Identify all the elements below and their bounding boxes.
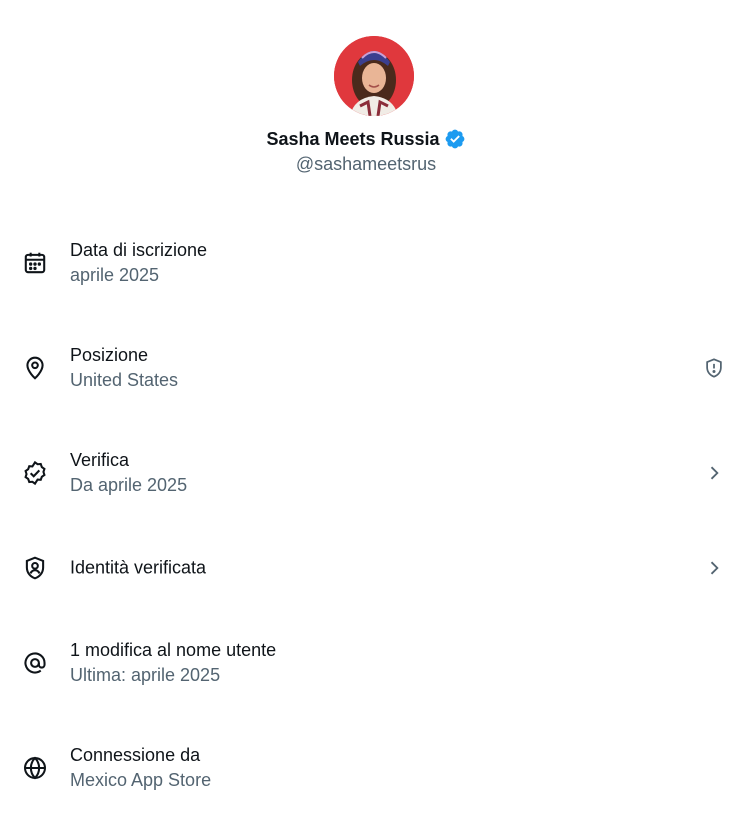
username-changes-label: 1 modifica al nome utente bbox=[70, 639, 277, 660]
profile-header: Sasha Meets Russia @sashameetsrus bbox=[0, 0, 732, 190]
verified-identity-row[interactable]: Identità verificata bbox=[0, 525, 732, 610]
username-changes-text: 1 modifica al nome utente Ultima: aprile… bbox=[70, 638, 276, 688]
about-account-page: Sasha Meets Russia @sashameetsrus Data d… bbox=[0, 0, 732, 816]
username-changes-row: 1 modifica al nome utente Ultima: aprile… bbox=[0, 610, 732, 715]
location-text: Posizione United States bbox=[70, 343, 178, 393]
location-row: Posizione United States bbox=[0, 315, 732, 420]
verified-identity-label: Identità verificata bbox=[70, 557, 207, 577]
shield-alert-icon[interactable] bbox=[702, 356, 726, 380]
join-date-label: Data di iscrizione bbox=[70, 239, 208, 260]
globe-icon bbox=[20, 753, 50, 783]
location-label: Posizione bbox=[70, 344, 149, 365]
verification-label: Verifica bbox=[70, 449, 130, 470]
join-date-text: Data di iscrizione aprile 2025 bbox=[70, 238, 207, 288]
connected-via-value: Mexico App Store bbox=[70, 769, 212, 790]
name-row: Sasha Meets Russia bbox=[0, 126, 732, 152]
join-date-value: aprile 2025 bbox=[70, 264, 160, 285]
verification-text: Verifica Da aprile 2025 bbox=[70, 448, 187, 498]
location-pin-icon bbox=[20, 353, 50, 383]
at-sign-icon bbox=[20, 648, 50, 678]
connected-via-row: Connessione da Mexico App Store bbox=[0, 715, 732, 816]
connected-via-text: Connessione da Mexico App Store bbox=[70, 743, 211, 793]
connected-via-label: Connessione da bbox=[70, 744, 201, 765]
avatar-image bbox=[334, 36, 414, 116]
username-changes-value: Ultima: aprile 2025 bbox=[70, 664, 221, 685]
display-name: Sasha Meets Russia bbox=[266, 128, 440, 149]
calendar-icon bbox=[20, 248, 50, 278]
verification-value: Da aprile 2025 bbox=[70, 474, 188, 495]
id-shield-icon bbox=[20, 553, 50, 583]
verification-row[interactable]: Verifica Da aprile 2025 bbox=[0, 420, 732, 525]
verified-badge-icon bbox=[444, 128, 466, 150]
handle: @sashameetsrus bbox=[295, 154, 437, 174]
join-date-row: Data di iscrizione aprile 2025 bbox=[0, 210, 732, 315]
verified-badge-icon bbox=[20, 458, 50, 488]
account-info-list: Data di iscrizione aprile 2025 Posizione… bbox=[0, 210, 732, 816]
verified-identity-text: Identità verificata bbox=[70, 555, 206, 580]
chevron-right-icon[interactable] bbox=[702, 461, 726, 485]
location-value: United States bbox=[70, 369, 179, 390]
chevron-right-icon[interactable] bbox=[702, 556, 726, 580]
avatar[interactable] bbox=[334, 36, 414, 116]
